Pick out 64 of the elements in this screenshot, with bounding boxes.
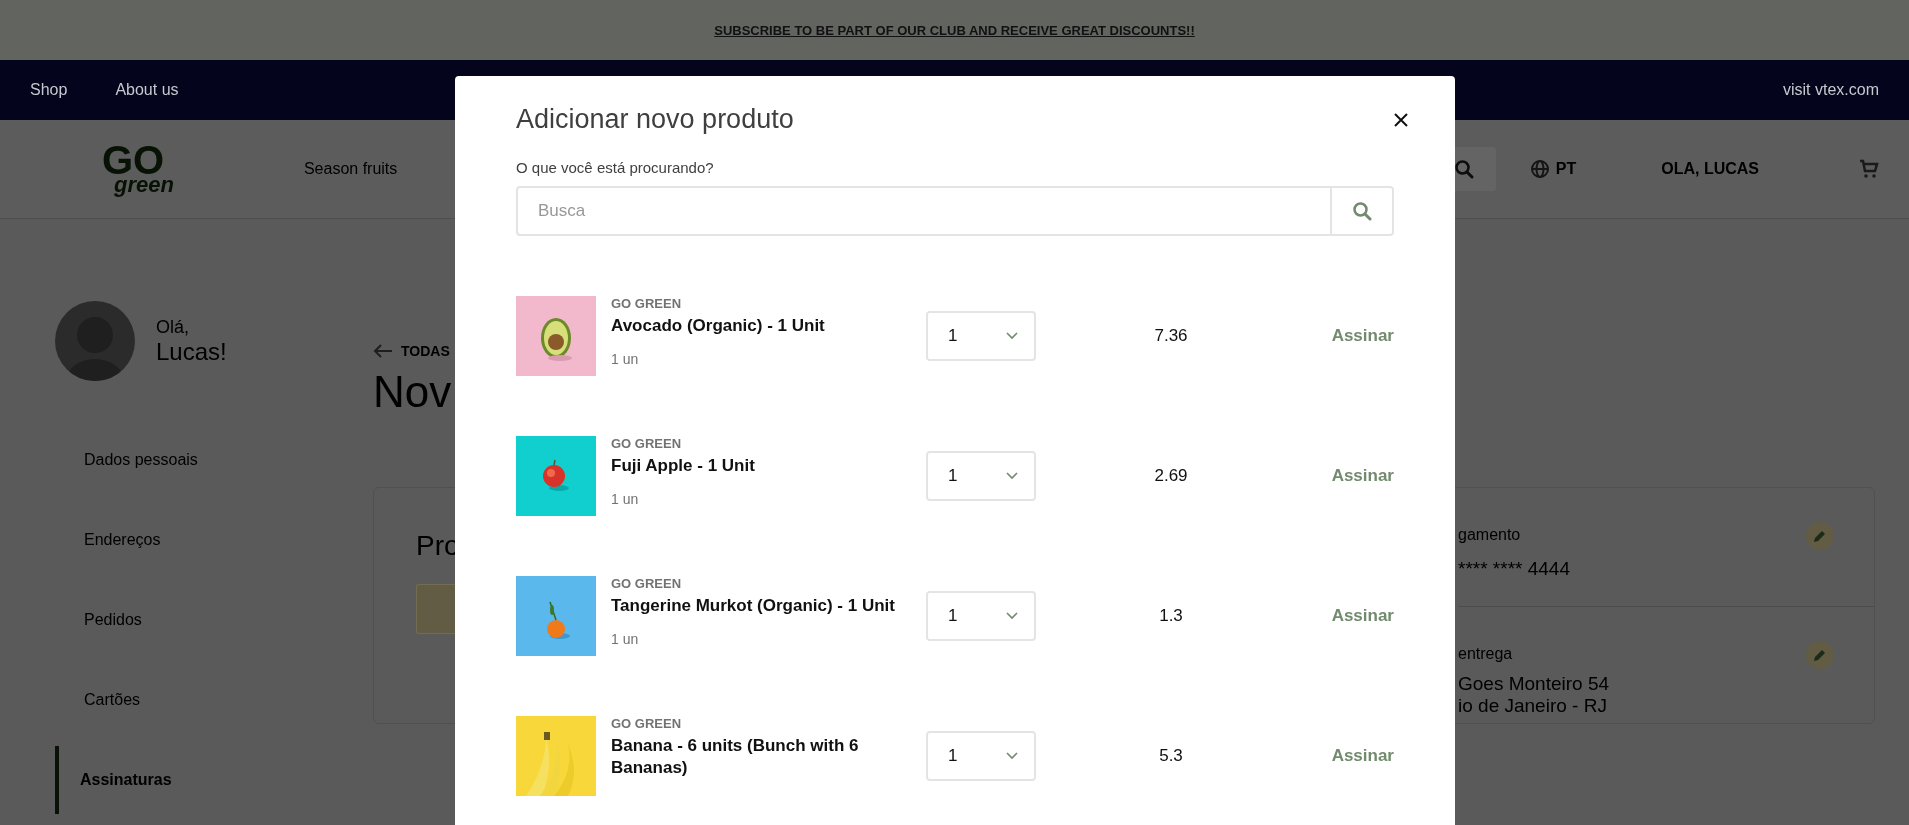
delivery-label: entrega	[1458, 645, 1514, 663]
subscribe-link[interactable]: Assinar	[1331, 326, 1394, 346]
address-line: Goes Monteiro 54	[1458, 673, 1611, 695]
quantity-dropdown[interactable]: 1	[926, 451, 1036, 501]
product-name: Banana - 6 units (Bunch with 6 Bananas)	[611, 735, 860, 779]
search-field[interactable]: Busca	[516, 186, 1330, 236]
back-arrow-icon	[373, 344, 393, 358]
product-unit: 1 un	[611, 491, 640, 507]
nav-link[interactable]: About us	[115, 81, 179, 99]
close-button[interactable]	[1394, 112, 1408, 127]
back-link[interactable]: TODAS	[401, 343, 450, 359]
menu-link[interactable]: Season fruits	[303, 160, 398, 178]
quantity-dropdown[interactable]: 1	[926, 311, 1036, 361]
product-name: Avocado (Organic) - 1 Unit	[611, 315, 826, 337]
product-price: 7.36	[1153, 326, 1189, 346]
quantity-dropdown[interactable]: 1	[926, 731, 1036, 781]
sidebar-item[interactable]: Assinaturas	[55, 746, 373, 814]
action-button[interactable]	[416, 584, 457, 634]
product-brand: GO GREEN	[611, 716, 683, 731]
page-title: Nov	[373, 367, 453, 417]
promo-banner-text[interactable]: SUBSCRIBE TO BE PART OF OUR CLUB AND RECEIVE GREAT DISCOUNTS!!	[714, 22, 1195, 38]
cart-icon[interactable]	[1859, 159, 1879, 179]
search-icon	[1352, 201, 1372, 221]
modal-title: Adicionar novo produto	[516, 104, 794, 135]
pencil-icon	[1813, 648, 1827, 662]
user-name: Lucas!	[156, 337, 227, 366]
search-button[interactable]	[1330, 186, 1394, 236]
search-icon	[1453, 159, 1474, 179]
close-icon	[1394, 112, 1408, 127]
subscribe-link[interactable]: Assinar	[1331, 746, 1394, 766]
product-price: 1.3	[1158, 606, 1184, 626]
product-brand: GO GREEN	[611, 576, 683, 591]
card-number: **** **** 4444	[1458, 558, 1571, 580]
product-price: 2.69	[1153, 466, 1189, 486]
pencil-icon	[1813, 529, 1827, 543]
product-brand: GO GREEN	[611, 436, 683, 451]
greeting-text: Olá,	[156, 316, 190, 338]
product-name: Tangerine Murkot (Organic) - 1 Unit	[611, 595, 896, 617]
chevron-icon	[1006, 752, 1018, 760]
search-label: O que você está procurando?	[516, 159, 715, 176]
edit-button[interactable]	[1806, 641, 1834, 669]
sidebar-item[interactable]: Endereços	[55, 506, 373, 574]
product-unit: 1 un	[611, 351, 640, 367]
user-greeting[interactable]: OLA, LUCAS	[1661, 160, 1759, 178]
sidebar-item[interactable]: Cartões	[55, 666, 373, 734]
chevron-icon	[1006, 472, 1018, 480]
sidebar-item[interactable]: Dados pessoais	[55, 426, 373, 494]
chevron-icon	[1006, 332, 1018, 340]
product-brand: GO GREEN	[611, 296, 683, 311]
edit-button[interactable]	[1806, 522, 1834, 550]
product-unit: 1 un	[611, 631, 640, 647]
address-line: io de Janeiro - RJ	[1458, 695, 1608, 717]
product-name: Fuji Apple - 1 Unit	[611, 455, 756, 477]
quantity-dropdown[interactable]: 1	[926, 591, 1036, 641]
globe-icon	[1529, 159, 1550, 179]
language-selector[interactable]: PT	[1555, 160, 1577, 178]
chevron-icon	[1006, 612, 1018, 620]
product-price: 5.3	[1158, 746, 1184, 766]
payment-label: gamento	[1458, 526, 1522, 544]
subscribe-link[interactable]: Assinar	[1331, 466, 1394, 486]
external-link[interactable]: visit vtex.com	[1783, 81, 1879, 99]
subscribe-link[interactable]: Assinar	[1331, 606, 1394, 626]
nav-link[interactable]: Shop	[30, 81, 68, 99]
sidebar-item[interactable]: Pedidos	[55, 586, 373, 654]
